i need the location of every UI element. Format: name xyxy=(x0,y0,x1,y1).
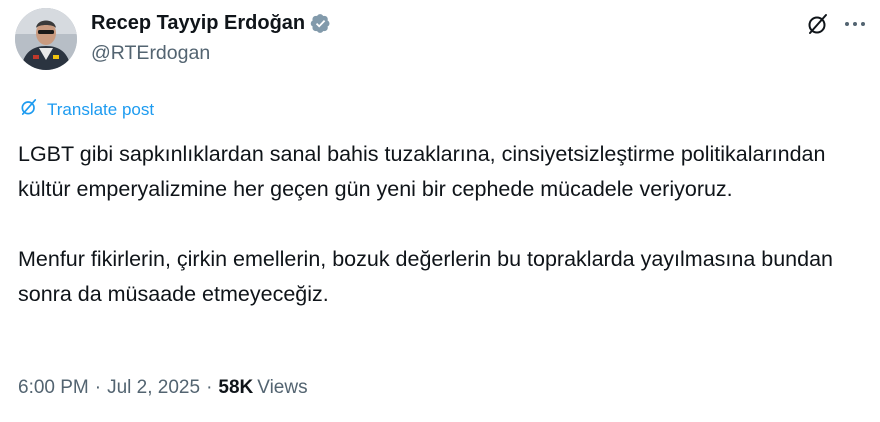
more-options-icon[interactable] xyxy=(844,20,866,28)
verified-badge-icon[interactable] xyxy=(310,13,331,34)
post-date[interactable]: Jul 2, 2025 xyxy=(107,377,200,399)
meta-separator: · xyxy=(206,377,213,398)
translate-icon xyxy=(19,97,39,122)
views-count[interactable]: 58K xyxy=(218,377,253,399)
views-label: Views xyxy=(257,377,308,398)
post-text: LGBT gibi sapkınlıklardan sanal bahis tu… xyxy=(18,137,868,312)
post-paragraph: Menfur fikirlerin, çirkin emellerin, boz… xyxy=(18,247,834,306)
author-handle[interactable]: @RTErdogan xyxy=(91,42,331,65)
translate-post-label: Translate post xyxy=(47,99,155,119)
avatar[interactable] xyxy=(15,8,77,70)
translate-post-link[interactable]: Translate post xyxy=(19,97,154,122)
meta-separator: · xyxy=(94,377,102,398)
author-display-name[interactable]: Recep Tayyip Erdoğan xyxy=(91,12,305,35)
avatar-photo xyxy=(15,8,77,70)
post-actions-top xyxy=(806,12,866,36)
post-paragraph: LGBT gibi sapkınlıklardan sanal bahis tu… xyxy=(18,142,826,201)
post-metadata: 6:00 PM · Jul 2, 2025 · 58K Views xyxy=(18,377,308,399)
post-time[interactable]: 6:00 PM xyxy=(18,377,89,399)
grok-icon[interactable] xyxy=(806,12,830,36)
author-block: Recep Tayyip Erdoğan @RTErdogan xyxy=(91,10,331,65)
author-name-row: Recep Tayyip Erdoğan xyxy=(91,10,331,36)
post-card: Recep Tayyip Erdoğan @RTErdogan Translat… xyxy=(0,0,880,422)
